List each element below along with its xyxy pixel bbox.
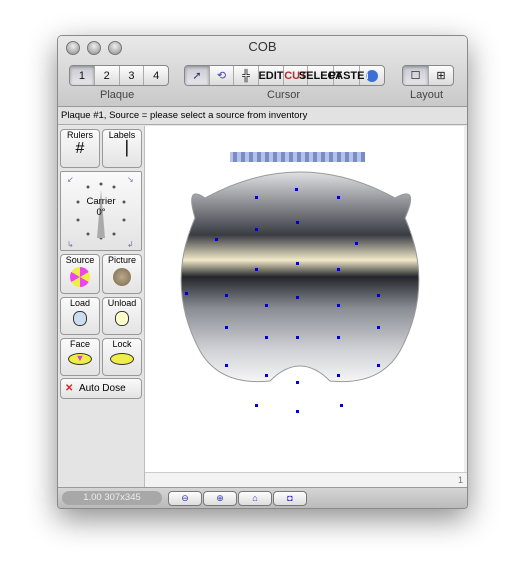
svg-text:↘: ↘ (127, 175, 134, 184)
load-icon (73, 311, 87, 326)
auto-dose-label: Auto Dose (78, 383, 126, 394)
grid-icon: # (75, 140, 85, 157)
rotate-icon[interactable]: ⟲ (210, 66, 235, 85)
labels-label: Labels (108, 130, 136, 140)
load-button[interactable]: Load (60, 297, 100, 335)
carrier-angle: 0° (96, 207, 106, 218)
carrier-dial[interactable]: ↙ ↘ ↳ ↲ Carrier 0° (60, 171, 142, 251)
plaque-label: Plaque (100, 89, 135, 101)
load-label: Load (69, 298, 91, 308)
lock-icon (110, 353, 134, 365)
layout-single-icon[interactable]: ☐ (403, 66, 429, 85)
layout-quad-icon[interactable]: ⊞ (429, 66, 453, 85)
zoom-in-icon[interactable]: ⊕ (203, 491, 237, 506)
seed-dot[interactable] (296, 381, 299, 384)
unload-button[interactable]: Unload (102, 297, 142, 335)
seed-dot[interactable] (337, 196, 340, 199)
info-icon[interactable]: i (360, 66, 384, 85)
seed-dot[interactable] (225, 294, 228, 297)
plaque-2-button[interactable]: 2 (95, 66, 120, 85)
home-icon[interactable]: ⌂ (238, 491, 272, 506)
layout-label: Layout (410, 89, 444, 101)
status-bar: Plaque #1, Source = please select a sour… (58, 107, 467, 125)
lock-label: Lock (112, 339, 132, 349)
source-label: Source (65, 255, 95, 265)
seed-dot[interactable] (225, 326, 228, 329)
layout-selector: ☐ ⊞ (402, 65, 454, 86)
ruler-row: 1 (145, 472, 467, 487)
picture-label: Picture (107, 255, 136, 265)
seed-dot[interactable] (215, 238, 218, 241)
seed-dot[interactable] (255, 404, 258, 407)
plaque-4-button[interactable]: 4 (144, 66, 168, 85)
unload-icon (115, 311, 129, 326)
seed-dot[interactable] (296, 296, 299, 299)
seed-dot[interactable] (355, 242, 358, 245)
seed-dot[interactable] (265, 336, 268, 339)
seed-dot[interactable] (337, 336, 340, 339)
plaque-image[interactable] (145, 126, 465, 472)
seed-dot[interactable] (296, 336, 299, 339)
seed-dot[interactable] (265, 304, 268, 307)
no-dose-icon: ✕ (65, 383, 74, 394)
picture-button[interactable]: Picture (102, 254, 142, 294)
fit-icon[interactable]: ◘ (273, 491, 307, 506)
seed-dot[interactable] (265, 374, 268, 377)
seed-dot[interactable] (296, 410, 299, 413)
face-icon: ▼ (68, 353, 92, 365)
cursor-label: Cursor (267, 89, 301, 101)
plaque-picture-icon (113, 268, 131, 286)
seed-dot[interactable] (377, 364, 380, 367)
sidebar: Rulers # Labels ▕ ↙ ↘ ↳ ↲ Carrier 0° Source … (58, 126, 145, 487)
vertical-scrollbar[interactable] (464, 126, 467, 472)
select-arrow-icon[interactable]: ➚ (185, 66, 210, 85)
source-button[interactable]: Source (60, 254, 100, 294)
seed-dot[interactable] (255, 228, 258, 231)
rulers-button[interactable]: Rulers # (60, 129, 100, 168)
svg-text:↙: ↙ (67, 175, 74, 184)
label-bar-icon: ▕ (116, 140, 128, 156)
seed-dot[interactable] (340, 404, 343, 407)
window-title: COB (248, 39, 277, 54)
seed-dot[interactable] (377, 326, 380, 329)
auto-dose-button[interactable]: ✕ Auto Dose (60, 378, 142, 399)
seed-dot[interactable] (225, 364, 228, 367)
plaque-3-button[interactable]: 3 (120, 66, 145, 85)
seed-dot[interactable] (337, 304, 340, 307)
paste-icon[interactable]: PASTE (329, 66, 364, 85)
face-button[interactable]: Face ▼ (60, 338, 100, 376)
scale-bar (230, 152, 365, 162)
plaque-selector: 1 2 3 4 (69, 65, 169, 86)
zoom-out-icon[interactable]: ⊖ (168, 491, 202, 506)
cob-window: COB 1 2 3 4 Plaque ➚ ⟲ ╬ EDIT CUT SELECT… (57, 35, 468, 509)
cursor-tools: ➚ ⟲ ╬ EDIT CUT SELECT PASTE i (184, 65, 385, 86)
seed-dot[interactable] (296, 262, 299, 265)
edit-icon[interactable]: EDIT (258, 66, 284, 85)
radiation-icon (70, 267, 90, 287)
seed-dot[interactable] (337, 374, 340, 377)
seed-dot[interactable] (377, 294, 380, 297)
seed-dot[interactable] (255, 268, 258, 271)
move-icon[interactable]: ╬ (234, 66, 259, 85)
labels-button[interactable]: Labels ▕ (102, 129, 142, 168)
seed-dot[interactable] (296, 221, 299, 224)
seed-dot[interactable] (337, 268, 340, 271)
plaque-canvas[interactable] (145, 126, 465, 472)
bottom-bar: 1.00 307x345 ⊖ ⊕ ⌂ ◘ (58, 487, 467, 508)
carrier-label: Carrier (86, 196, 116, 207)
zoom-readout: 1.00 307x345 (62, 491, 162, 505)
seed-dot[interactable] (185, 292, 188, 295)
rulers-label: Rulers (66, 130, 93, 140)
svg-text:↳: ↳ (67, 240, 74, 249)
plaque-1-button[interactable]: 1 (70, 66, 95, 85)
toolbar: COB 1 2 3 4 Plaque ➚ ⟲ ╬ EDIT CUT SELECT… (58, 36, 467, 107)
svg-text:↲: ↲ (127, 240, 134, 249)
unload-label: Unload (107, 298, 137, 308)
seed-dot[interactable] (255, 196, 258, 199)
lock-button[interactable]: Lock (102, 338, 142, 376)
face-label: Face (69, 339, 90, 349)
plaque-shape (180, 171, 420, 383)
seed-dot[interactable] (295, 188, 298, 191)
